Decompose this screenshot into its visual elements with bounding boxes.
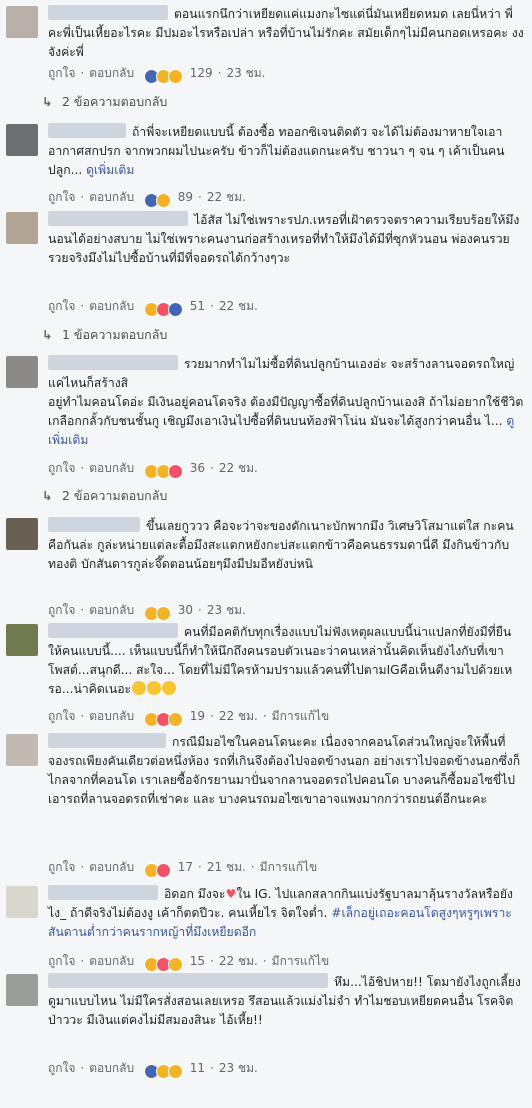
timestamp[interactable]: 22 ชม. (219, 709, 258, 723)
view-replies-link[interactable]: ↳ 1 ข้อความตอบกลับ (42, 327, 167, 343)
angry-reaction-icon (155, 863, 171, 878)
angry-reaction-icon (167, 464, 183, 479)
timestamp[interactable]: 22 ชม. (207, 190, 246, 204)
reaction-icons[interactable] (143, 956, 183, 972)
like-link[interactable]: ถูกใจ (48, 860, 75, 874)
timestamp[interactable]: 23 ชม. (207, 603, 246, 617)
replies-count: 1 ข้อความตอบกลับ (62, 327, 168, 342)
reaction-count[interactable]: 17 (178, 860, 193, 874)
like-link[interactable]: ถูกใจ (48, 954, 75, 968)
sad-emoji-icon (132, 681, 147, 695)
reply-link[interactable]: ตอบกลับ (89, 709, 134, 723)
reaction-count[interactable]: 36 (190, 461, 205, 475)
wow-reaction-icon (167, 712, 183, 727)
commenter-name-redacted[interactable] (48, 211, 188, 226)
commenter-name-redacted[interactable] (48, 733, 166, 748)
haha-reaction-icon (155, 193, 171, 208)
view-replies-link[interactable]: ↳ 2 ข้อความตอบกลับ (42, 488, 167, 504)
commenter-name-redacted[interactable] (48, 123, 126, 138)
wow-reaction-icon (155, 606, 171, 621)
sad-emoji-icon (147, 681, 162, 695)
reply-link[interactable]: ตอบกลับ (89, 603, 134, 617)
wow-reaction-icon (167, 1064, 183, 1079)
reaction-icons[interactable] (143, 301, 183, 317)
see-more-link[interactable]: ดูเพิ่มเติม (86, 163, 134, 177)
reply-link[interactable]: ตอบกลับ (89, 954, 134, 968)
timestamp[interactable]: 23 ชม. (219, 1061, 258, 1075)
commenter-name-redacted[interactable] (48, 623, 178, 638)
reaction-count[interactable]: 129 (190, 66, 213, 80)
heart-emoji-icon: ♥ (225, 887, 237, 901)
replies-count: 2 ข้อความตอบกลับ (62, 94, 168, 109)
reaction-count[interactable]: 11 (190, 1061, 205, 1075)
edited-label[interactable]: มีการแก้ไข (260, 860, 318, 874)
wow-reaction-icon (167, 957, 183, 972)
commenter-name-redacted[interactable] (48, 5, 168, 20)
reaction-icons[interactable] (143, 1063, 183, 1079)
like-reaction-icon (167, 302, 183, 317)
avatar[interactable] (6, 124, 38, 156)
avatar[interactable] (6, 734, 38, 766)
avatar[interactable] (6, 974, 38, 1006)
reaction-count[interactable]: 89 (178, 190, 193, 204)
reply-link[interactable]: ตอบกลับ (89, 299, 134, 313)
reply-arrow-icon: ↳ (42, 94, 53, 109)
like-link[interactable]: ถูกใจ (48, 299, 75, 313)
reply-link[interactable]: ตอบกลับ (89, 461, 134, 475)
reaction-icons[interactable] (143, 68, 183, 84)
reaction-icons[interactable] (143, 605, 171, 621)
commenter-name-redacted[interactable] (48, 973, 328, 988)
like-link[interactable]: ถูกใจ (48, 66, 75, 80)
view-replies-link[interactable]: ↳ 2 ข้อความตอบกลับ (42, 94, 167, 110)
commenter-name-redacted[interactable] (48, 885, 158, 900)
reaction-count[interactable]: 51 (190, 299, 205, 313)
avatar[interactable] (6, 518, 38, 550)
edited-label[interactable]: มีการแก้ไข (272, 709, 330, 723)
reply-link[interactable]: ตอบกลับ (89, 860, 134, 874)
like-link[interactable]: ถูกใจ (48, 461, 75, 475)
comment-text-continued: อยู่ทำไมคอนโดอ่ะ มีเงินอยู่คอนโดจริง ต้อ… (48, 395, 524, 428)
avatar[interactable] (6, 886, 38, 918)
reaction-icons[interactable] (143, 711, 183, 727)
avatar[interactable] (6, 212, 38, 244)
commenter-name-redacted[interactable] (48, 517, 140, 532)
like-link[interactable]: ถูกใจ (48, 1061, 75, 1075)
reply-link[interactable]: ตอบกลับ (89, 1061, 134, 1075)
reaction-icons[interactable] (143, 192, 171, 208)
reaction-icons[interactable] (143, 463, 183, 479)
avatar[interactable] (6, 6, 38, 38)
reaction-count[interactable]: 30 (178, 603, 193, 617)
like-link[interactable]: ถูกใจ (48, 603, 75, 617)
reaction-count[interactable]: 19 (190, 709, 205, 723)
like-link[interactable]: ถูกใจ (48, 190, 75, 204)
timestamp[interactable]: 22 ชม. (219, 299, 258, 313)
edited-label[interactable]: มีการแก้ไข (272, 954, 330, 968)
commenter-name-redacted[interactable] (48, 355, 178, 370)
replies-count: 2 ข้อความตอบกลับ (62, 488, 168, 503)
like-link[interactable]: ถูกใจ (48, 709, 75, 723)
timestamp[interactable]: 21 ชม. (207, 860, 246, 874)
comment-thread: ตอนแรกนึกว่าเหยียดแค่แมงกะไซแต่นี่มันเหย… (0, 0, 532, 1108)
timestamp[interactable]: 22 ชม. (219, 461, 258, 475)
sad-emoji-icon (162, 681, 177, 695)
avatar[interactable] (6, 356, 38, 388)
reaction-icons[interactable] (143, 862, 171, 878)
haha-reaction-icon (167, 69, 183, 84)
reaction-count[interactable]: 15 (190, 954, 205, 968)
reply-arrow-icon: ↳ (42, 488, 53, 503)
comment-text: อิดอก มึงจะ (164, 887, 226, 901)
reply-link[interactable]: ตอบกลับ (89, 190, 134, 204)
timestamp[interactable]: 22 ชม. (219, 954, 258, 968)
reply-link[interactable]: ตอบกลับ (89, 66, 134, 80)
timestamp[interactable]: 23 ชม. (227, 66, 266, 80)
avatar[interactable] (6, 624, 38, 656)
reply-arrow-icon: ↳ (42, 327, 53, 342)
